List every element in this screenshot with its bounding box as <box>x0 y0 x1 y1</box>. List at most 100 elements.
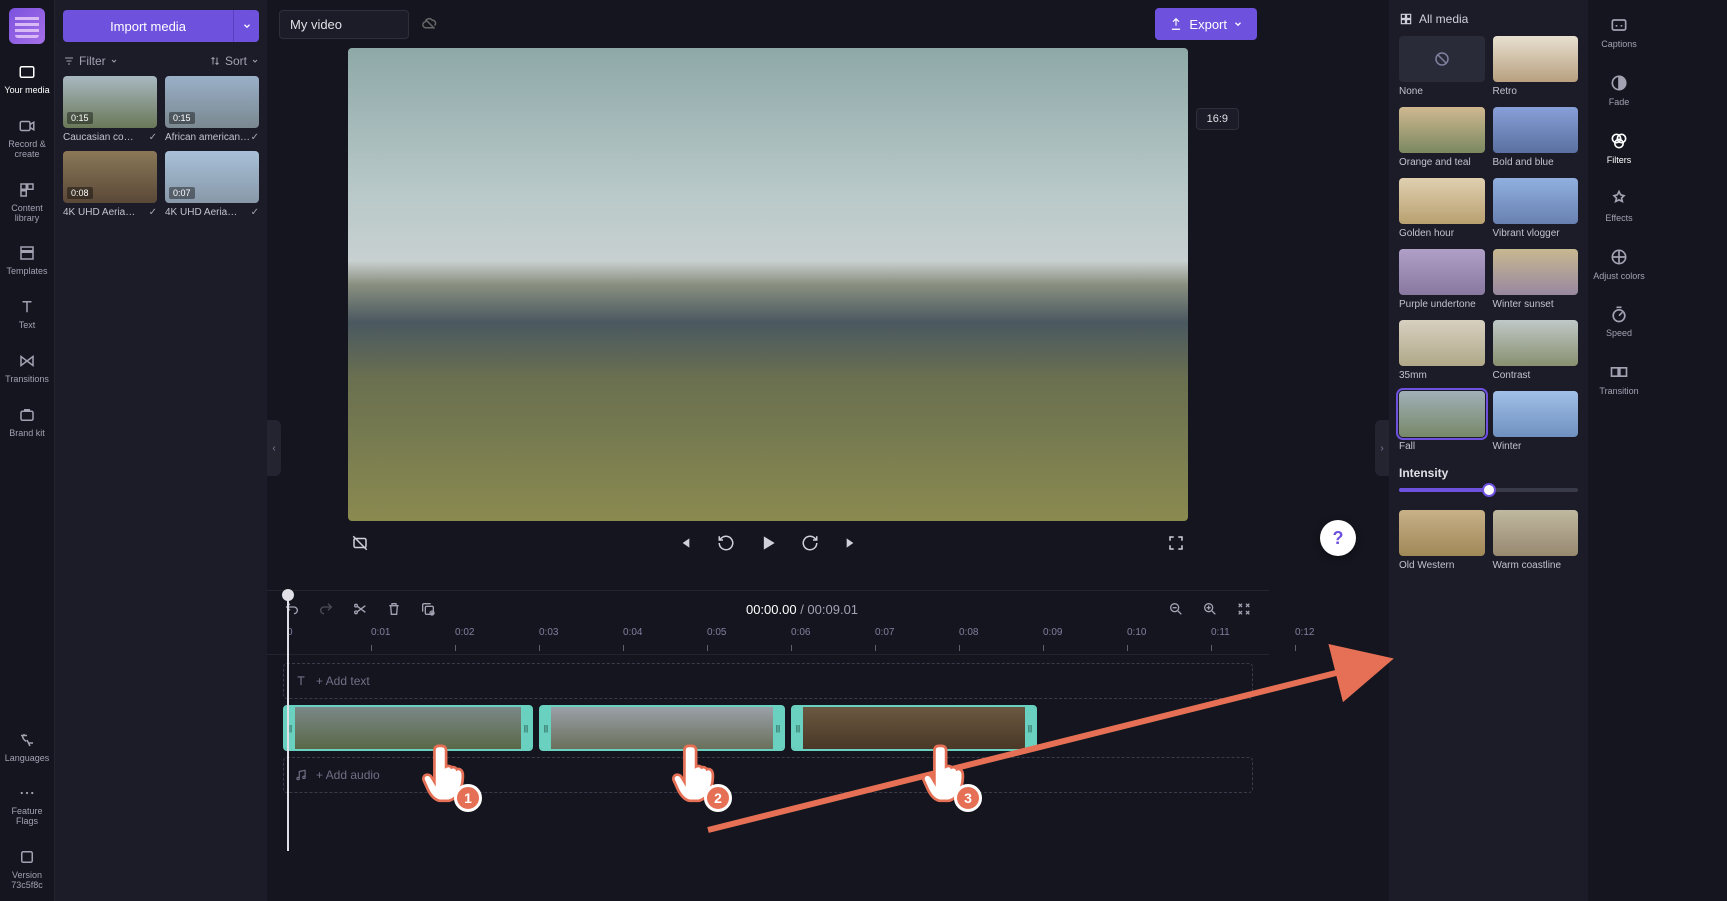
timeline-clip-3[interactable]: |||| <box>791 705 1037 751</box>
media-clip[interactable]: 0:15Caucasian co…✓ <box>63 76 157 143</box>
filter-thumb <box>1399 36 1485 82</box>
copy-button[interactable] <box>419 600 437 618</box>
filter-thumb <box>1493 178 1579 224</box>
right-rail-label: Captions <box>1601 40 1637 50</box>
help-button[interactable]: ? <box>1320 520 1356 556</box>
intensity-slider[interactable] <box>1399 488 1578 492</box>
timeline-clip-2[interactable]: |||| <box>539 705 785 751</box>
redo-button[interactable] <box>317 600 335 618</box>
sidebar-item-content-library[interactable]: Content library <box>0 170 54 234</box>
import-media-button[interactable]: Import media <box>63 10 233 42</box>
clip-thumbnail: 0:08 <box>63 151 157 203</box>
skip-forward-button[interactable] <box>840 531 864 555</box>
safe-zone-toggle[interactable] <box>348 531 372 555</box>
sidebar-item-templates[interactable]: Templates <box>0 233 54 287</box>
fullscreen-button[interactable] <box>1164 531 1188 555</box>
add-text-track[interactable]: + Add text <box>283 663 1253 699</box>
filter-card-fall[interactable]: Fall <box>1399 391 1485 452</box>
sort-icon <box>209 55 221 67</box>
right-rail-fade[interactable]: Fade <box>1608 72 1630 108</box>
ruler-tick: 0:05 <box>707 627 726 638</box>
sidebar-item-record-create[interactable]: Record & create <box>0 106 54 170</box>
more-icon <box>17 783 37 803</box>
timeline-clip-1[interactable]: |||| <box>283 705 533 751</box>
filter-card-contrast[interactable]: Contrast <box>1493 320 1579 381</box>
filter-card-orange-and-teal[interactable]: Orange and teal <box>1399 107 1485 168</box>
effects-icon <box>1608 188 1630 210</box>
grid-icon <box>1399 12 1413 26</box>
sidebar-item-transitions[interactable]: Transitions <box>0 341 54 395</box>
export-button[interactable]: Export <box>1155 8 1257 40</box>
split-button[interactable] <box>351 600 369 618</box>
sidebar-item-version[interactable]: Version 73c5f8c <box>0 837 54 901</box>
delete-button[interactable] <box>385 600 403 618</box>
filter-card-old-western[interactable]: Old Western <box>1399 510 1485 571</box>
filter-card-purple-undertone[interactable]: Purple undertone <box>1399 249 1485 310</box>
right-rail-captions[interactable]: Captions <box>1601 14 1637 50</box>
filter-thumb <box>1399 320 1485 366</box>
sidebar-item-text[interactable]: Text <box>0 287 54 341</box>
media-icon <box>17 62 37 82</box>
sidebar-item-feature-flags[interactable]: Feature Flags <box>0 773 54 837</box>
clip-thumbnail: 0:15 <box>63 76 157 128</box>
right-rail-filters[interactable]: Filters <box>1607 130 1632 166</box>
media-clip[interactable]: 0:084K UHD Aeria…✓ <box>63 151 157 218</box>
collapse-right-panel[interactable]: › <box>1375 420 1389 476</box>
chevron-down-icon <box>110 57 118 65</box>
ruler-tick: 0:09 <box>1043 627 1062 638</box>
filter-card-winter-sunset[interactable]: Winter sunset <box>1493 249 1579 310</box>
ruler-tick: 0:01 <box>371 627 390 638</box>
zoom-in-button[interactable] <box>1201 600 1219 618</box>
right-rail-effects[interactable]: Effects <box>1605 188 1632 224</box>
clip-duration: 0:15 <box>67 112 93 124</box>
sidebar-item-your-media[interactable]: Your media <box>0 52 54 106</box>
sidebar-label: Templates <box>6 267 47 277</box>
ruler-tick: 0:02 <box>455 627 474 638</box>
import-media-dropdown[interactable] <box>233 10 259 42</box>
right-rail-speed[interactable]: Speed <box>1606 303 1632 339</box>
zoom-out-button[interactable] <box>1167 600 1185 618</box>
sidebar-label: Brand kit <box>9 429 45 439</box>
filter-card-none[interactable]: None <box>1399 36 1485 97</box>
sidebar-label: Transitions <box>5 375 49 385</box>
clip-thumbnail: 0:15 <box>165 76 259 128</box>
filter-button[interactable]: Filter <box>63 54 118 68</box>
clip-used-check-icon: ✓ <box>251 207 259 218</box>
filter-card-retro[interactable]: Retro <box>1493 36 1579 97</box>
sidebar-item-brand-kit[interactable]: Brand kit <box>0 395 54 449</box>
filter-name: Contrast <box>1493 370 1579 381</box>
play-button[interactable] <box>756 531 780 555</box>
video-preview[interactable] <box>348 48 1188 521</box>
add-audio-track[interactable]: + Add audio <box>283 757 1253 793</box>
sidebar-item-languages[interactable]: Languages <box>0 720 54 774</box>
playhead[interactable] <box>287 591 289 851</box>
captions-icon <box>1608 14 1630 36</box>
aspect-ratio-badge[interactable]: 16:9 <box>1196 108 1239 130</box>
video-track: |||| |||| |||| <box>283 705 1253 751</box>
ruler-tick: 0:08 <box>959 627 978 638</box>
media-clip[interactable]: 0:15African american…✓ <box>165 76 259 143</box>
video-title-input[interactable] <box>279 10 409 39</box>
filter-card-winter[interactable]: Winter <box>1493 391 1579 452</box>
ruler-tick: 0:11 <box>1211 627 1230 638</box>
sort-button[interactable]: Sort <box>209 54 259 68</box>
add-audio-label: + Add audio <box>316 768 380 782</box>
slider-thumb[interactable] <box>1482 483 1496 497</box>
filter-card-golden-hour[interactable]: Golden hour <box>1399 178 1485 239</box>
filter-card-bold-and-blue[interactable]: Bold and blue <box>1493 107 1579 168</box>
skip-back-button[interactable] <box>672 531 696 555</box>
filter-card-warm-coastline[interactable]: Warm coastline <box>1493 510 1579 571</box>
filter-card-35mm[interactable]: 35mm <box>1399 320 1485 381</box>
media-clip[interactable]: 0:074K UHD Aeria…✓ <box>165 151 259 218</box>
right-rail-transition[interactable]: Transition <box>1599 361 1638 397</box>
rewind-button[interactable] <box>714 531 738 555</box>
filter-card-vibrant-vlogger[interactable]: Vibrant vlogger <box>1493 178 1579 239</box>
timeline-ruler[interactable]: 00:010:020:030:040:050:060:070:080:090:1… <box>267 627 1269 655</box>
forward-button[interactable] <box>798 531 822 555</box>
sidebar-label: Version 73c5f8c <box>2 871 52 891</box>
zoom-fit-button[interactable] <box>1235 600 1253 618</box>
clip-thumbnail: 0:07 <box>165 151 259 203</box>
right-rail-adjust-colors[interactable]: Adjust colors <box>1593 246 1645 282</box>
filter-thumb <box>1399 249 1485 295</box>
undo-button[interactable] <box>283 600 301 618</box>
